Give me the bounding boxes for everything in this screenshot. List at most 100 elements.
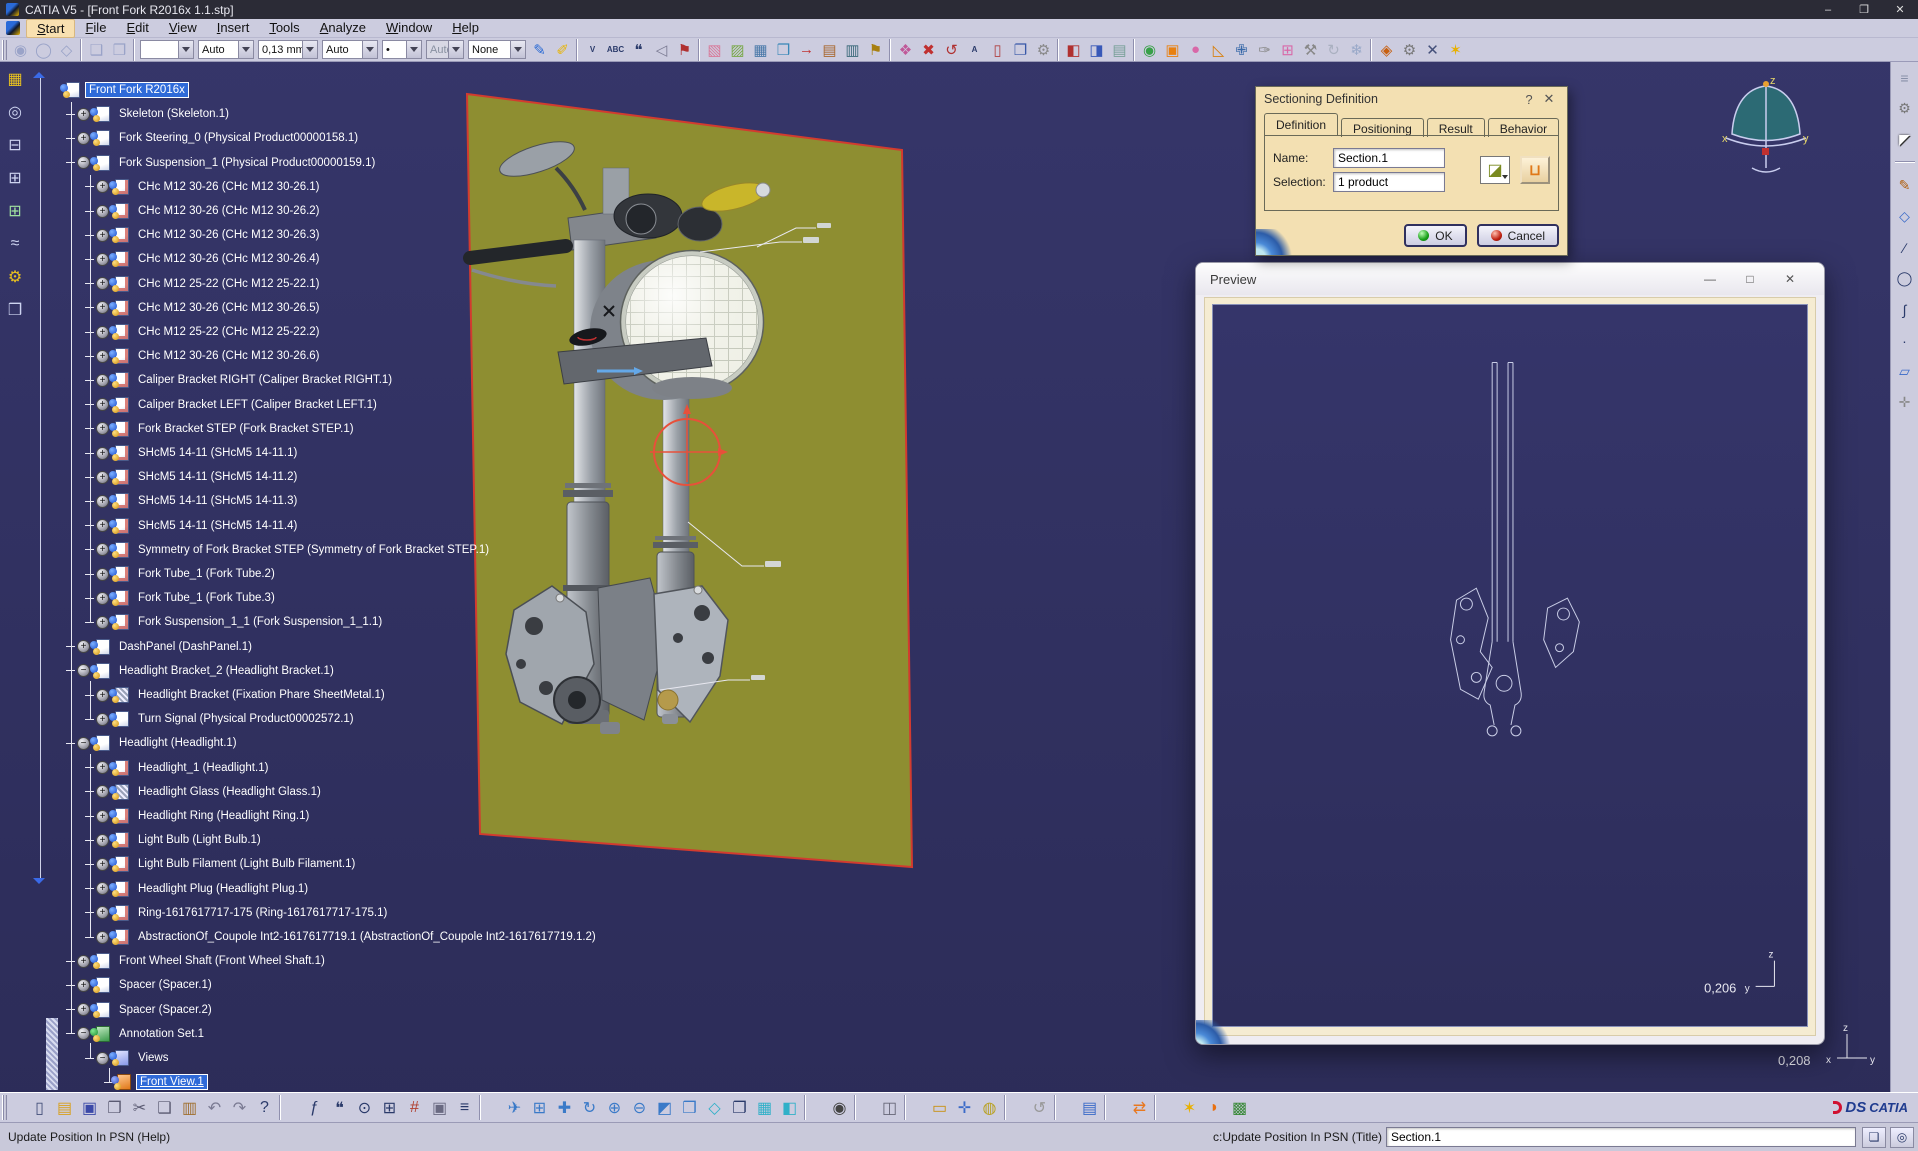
redo-icon[interactable]: ↷	[227, 1095, 252, 1120]
tree-expander[interactable]: +	[96, 229, 109, 242]
tree-item-label[interactable]: CHc M12 30-26 (CHc M12 30-26.6)	[135, 349, 323, 363]
combo-arrow-icon[interactable]	[178, 41, 193, 58]
formula-icon[interactable]: ƒ	[302, 1095, 327, 1120]
tree-item[interactable]: + Headlight Ring (Headlight Ring.1)	[56, 804, 312, 828]
tree-item-label[interactable]: SHcM5 14-11 (SHcM5 14-11.3)	[135, 494, 300, 508]
tree-item-label[interactable]: CHc M12 30-26 (CHc M12 30-26.2)	[135, 204, 323, 218]
tree-item[interactable]: + Fork Tube_1 (Fork Tube.3)	[56, 586, 278, 610]
tree-item-label[interactable]: SHcM5 14-11 (SHcM5 14-11.2)	[135, 470, 300, 484]
tree-expander[interactable]: +	[96, 906, 109, 919]
minimize-button[interactable]: –	[1810, 0, 1846, 19]
combo-arrow-icon[interactable]	[406, 41, 421, 58]
tree-item-label[interactable]: Light Bulb Filament (Light Bulb Filament…	[135, 857, 358, 871]
tree-expander[interactable]: +	[96, 931, 109, 944]
3d-box-icon[interactable]: ◫	[877, 1095, 902, 1120]
tree-item[interactable]: + CHc M12 30-26 (CHc M12 30-26.2)	[56, 199, 323, 223]
tree-expander[interactable]: +	[96, 858, 109, 871]
shape-morphing-icon[interactable]: ◗	[1202, 1095, 1227, 1120]
spline-icon[interactable]: ∫	[1893, 298, 1916, 321]
view-annotation-plane-2-icon[interactable]: ❒	[108, 38, 131, 61]
rules-list-icon[interactable]: ≡	[452, 1095, 477, 1120]
tree-item[interactable]: + Headlight Plug (Headlight Plug.1)	[56, 877, 311, 901]
select-cursor-icon[interactable]: ◤	[1893, 128, 1916, 151]
measure-inertia-icon[interactable]: ◍	[977, 1095, 1002, 1120]
sketch-icon[interactable]: ✎	[1893, 174, 1916, 197]
graph-tree-reordering-icon[interactable]: A	[963, 38, 986, 61]
ok-button[interactable]: OK	[1404, 224, 1466, 247]
layer-combo[interactable]: None	[468, 40, 526, 59]
tree-item[interactable]: − Headlight (Headlight.1)	[56, 731, 240, 755]
snowflake-gear-icon[interactable]: ❄	[1345, 38, 1368, 61]
section-plane-button[interactable]: ◪	[1480, 156, 1510, 184]
analyze-gears-icon[interactable]: ⚙	[1398, 38, 1421, 61]
knowledge-inspector-icon[interactable]: ⊙	[352, 1095, 377, 1120]
gears-icon[interactable]: ⚙	[1893, 97, 1916, 120]
constraints-icon[interactable]: #	[402, 1095, 427, 1120]
tree-item[interactable]: + Caliper Bracket LEFT (Caliper Bracket …	[56, 393, 380, 417]
flag-note-icon[interactable]: ⚑	[673, 38, 696, 61]
tree-item-label[interactable]: CHc M12 30-26 (CHc M12 30-26.5)	[135, 301, 323, 315]
tree-expander[interactable]: +	[96, 205, 109, 218]
dialog-title-bar[interactable]: Sectioning Definition ? ✕	[1256, 87, 1567, 111]
tree-item[interactable]: − Views	[56, 1046, 171, 1070]
freestyle-curve-icon[interactable]: ◉	[9, 38, 32, 61]
line-color-combo[interactable]: Auto	[198, 40, 254, 59]
tree-item[interactable]: + Headlight Glass (Headlight Glass.1)	[56, 780, 324, 804]
tree-expander[interactable]: +	[96, 592, 109, 605]
generate-numbering-icon[interactable]: ▯	[986, 38, 1009, 61]
component-arrow-icon[interactable]: →	[795, 38, 818, 61]
search-icon[interactable]: ◎	[4, 100, 27, 123]
tree-expander[interactable]: +	[77, 979, 90, 992]
circle-tool-icon[interactable]: ◯	[32, 38, 55, 61]
line-thickness-combo[interactable]: 0,13 mm	[258, 40, 318, 59]
replace-component-icon[interactable]: ↺	[940, 38, 963, 61]
tree-expander[interactable]: −	[77, 156, 90, 169]
tree-item-label[interactable]: SHcM5 14-11 (SHcM5 14-11.4)	[135, 519, 300, 533]
axis-icon[interactable]: ✛	[1893, 391, 1916, 414]
tree-item-label[interactable]: Fork Bracket STEP (Fork Bracket STEP.1)	[135, 422, 357, 436]
volume-cut-button[interactable]: ⊔	[1520, 156, 1550, 184]
exit-workbench-icon[interactable]: ✕	[1421, 38, 1444, 61]
tree-item-label[interactable]: Front Wheel Shaft (Front Wheel Shaft.1)	[116, 954, 328, 968]
component-banner-icon[interactable]: ▤	[818, 38, 841, 61]
tree-item[interactable]: Front Fork R2016x	[56, 78, 188, 102]
help-icon[interactable]: ?	[1519, 92, 1539, 107]
status-search-button[interactable]: ◎	[1890, 1127, 1914, 1148]
tree-expander[interactable]: −	[96, 1052, 109, 1065]
plane-tool-icon[interactable]: ◇	[55, 38, 78, 61]
menu-file[interactable]: File	[75, 19, 116, 38]
clash-icon[interactable]: ◉	[1138, 38, 1161, 61]
rotate-icon[interactable]: ↻	[577, 1095, 602, 1120]
tree-item[interactable]: + Turn Signal (Physical Product00002572.…	[56, 707, 357, 731]
tree-expander[interactable]: +	[96, 326, 109, 339]
menu-insert[interactable]: Insert	[207, 19, 260, 38]
tree-item-label[interactable]: SHcM5 14-11 (SHcM5 14-11.1)	[135, 446, 300, 460]
preview-minimize-button[interactable]: —	[1690, 263, 1730, 295]
catalog-window-icon[interactable]: ❒	[4, 298, 27, 321]
tree-expander[interactable]: −	[77, 737, 90, 750]
circle-icon[interactable]: ◯	[1893, 267, 1916, 290]
tree-expander[interactable]: +	[96, 810, 109, 823]
compass[interactable]: z x y	[1722, 75, 1809, 172]
tree-item-label[interactable]: Headlight Glass (Headlight Glass.1)	[135, 785, 324, 799]
magic-wand-icon[interactable]: ✶	[1444, 38, 1467, 61]
tree-item[interactable]: + Light Bulb (Light Bulb.1)	[56, 828, 264, 852]
tree-item[interactable]: + Spacer (Spacer.1)	[56, 973, 215, 997]
define-multi-instantiation-icon[interactable]: ◨	[1085, 38, 1108, 61]
tree-item[interactable]: + Caliper Bracket RIGHT (Caliper Bracket…	[56, 368, 395, 392]
new-cgr-icon[interactable]: ❒	[772, 38, 795, 61]
line-type-combo[interactable]: Auto	[322, 40, 378, 59]
style-combo[interactable]	[140, 40, 194, 59]
distance-band-icon[interactable]: ●	[1184, 38, 1207, 61]
tree-item[interactable]: − Fork Suspension_1 (Physical Product000…	[56, 151, 378, 175]
cut-icon[interactable]: ✂	[127, 1095, 152, 1120]
tree-expander[interactable]: +	[96, 713, 109, 726]
close-button[interactable]: ✕	[1882, 0, 1918, 19]
fit-all-in-icon[interactable]: ⊞	[527, 1095, 552, 1120]
tree-item-label[interactable]: Fork Tube_1 (Fork Tube.3)	[135, 591, 278, 605]
tree-item-label[interactable]: Annotation Set.1	[116, 1027, 207, 1041]
tree-item-label[interactable]: Front Fork R2016x	[86, 83, 188, 97]
tree-expander[interactable]: +	[96, 180, 109, 193]
tree-item-label[interactable]: Fork Tube_1 (Fork Tube.2)	[135, 567, 278, 581]
preview-canvas[interactable]: 0,206 y z	[1212, 304, 1808, 1027]
